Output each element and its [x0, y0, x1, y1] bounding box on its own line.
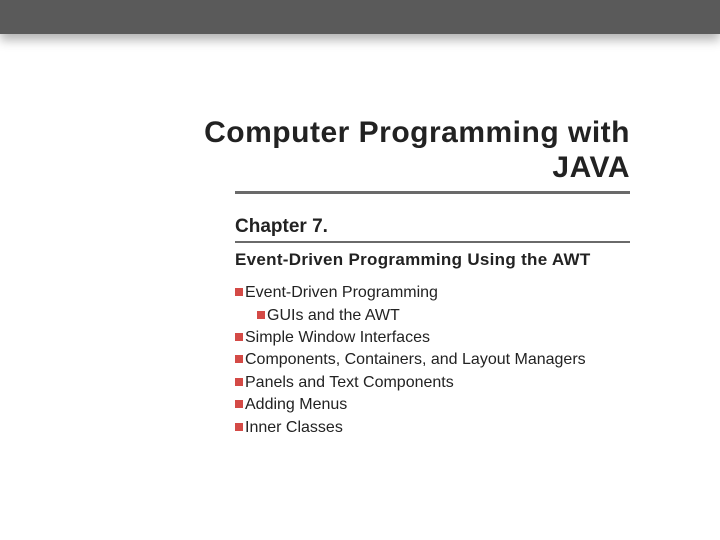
chapter-subtitle: Event-Driven Programming Using the AWT — [235, 249, 630, 270]
list-item: GUIs and the AWT — [235, 305, 660, 327]
slide-title: Computer Programming with JAVA — [0, 116, 720, 185]
bullet-icon — [235, 355, 243, 363]
list-item-text: Simple Window Interfaces — [245, 329, 430, 346]
title-line-2: JAVA — [552, 151, 630, 184]
header-bar — [0, 0, 720, 34]
list-item-text: Panels and Text Components — [245, 374, 454, 391]
chapter-label: Chapter 7. — [235, 216, 630, 238]
list-item-text: Event-Driven Programming — [245, 284, 438, 301]
list-item-text: Inner Classes — [245, 419, 343, 436]
chapter-block: Chapter 7. Event-Driven Programming Usin… — [235, 216, 630, 270]
list-item: Simple Window Interfaces — [235, 327, 660, 349]
chapter-rule — [235, 241, 630, 243]
title-line-1: Computer Programming with — [204, 116, 630, 149]
topics-list: Event-Driven Programming GUIs and the AW… — [235, 282, 660, 439]
list-item-text: Adding Menus — [245, 396, 347, 413]
bullet-icon — [235, 288, 243, 296]
slide-content: Computer Programming with JAVA Chapter 7… — [0, 34, 720, 439]
bullet-icon — [235, 400, 243, 408]
list-item-text: Components, Containers, and Layout Manag… — [245, 351, 586, 368]
list-item: Event-Driven Programming — [235, 282, 660, 304]
list-item: Panels and Text Components — [235, 372, 660, 394]
bullet-icon — [235, 378, 243, 386]
bullet-icon — [235, 333, 243, 341]
bullet-icon — [235, 423, 243, 431]
bullet-icon — [257, 311, 265, 319]
list-item: Adding Menus — [235, 394, 660, 416]
title-rule — [235, 191, 630, 194]
list-item: Components, Containers, and Layout Manag… — [235, 349, 660, 371]
list-item: Inner Classes — [235, 417, 660, 439]
list-item-text: GUIs and the AWT — [267, 307, 400, 324]
